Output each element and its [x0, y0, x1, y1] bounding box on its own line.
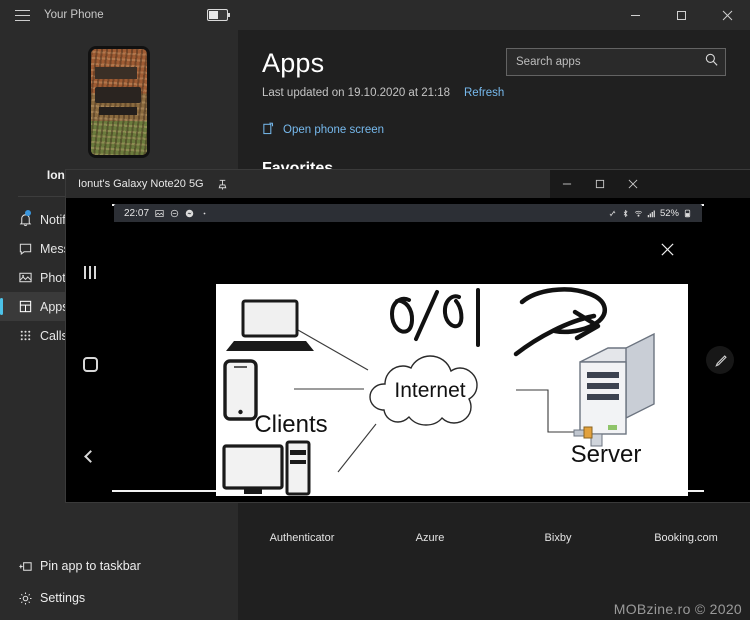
battery-icon [207, 9, 230, 21]
server-tower-shape [573, 332, 655, 447]
back-icon [83, 449, 97, 463]
last-updated-label: Last updated on 19.10.2020 at 21:18 [262, 87, 450, 99]
signal-icon [647, 210, 655, 217]
apps-subheader: Last updated on 19.10.2020 at 21:18 Refr… [262, 87, 726, 99]
mirror-title-label: Ionut's Galaxy Note20 5G [78, 178, 204, 190]
open-phone-screen-link[interactable]: Open phone screen [262, 121, 726, 138]
home-button[interactable] [77, 351, 103, 377]
gear-icon [10, 591, 40, 606]
cloud-label: Internet [394, 379, 465, 402]
app-label: Booking.com [654, 532, 718, 544]
home-icon [82, 356, 98, 372]
apps-row1-labels: Authenticator Azure Bixby Booking.com [238, 532, 750, 544]
recents-icon [84, 265, 96, 279]
watermark: MOBzine.ro © 2020 [613, 601, 742, 617]
pin-app-to-taskbar-button[interactable]: Pin app to taskbar [0, 550, 238, 582]
laptop-shape [226, 299, 314, 351]
notification-badge [25, 210, 31, 216]
handwritten-scribble-right [513, 287, 607, 357]
nfc-icon [609, 210, 616, 216]
battery-percent: 52% [659, 207, 679, 219]
mirror-window-controls [550, 170, 650, 198]
mirror-maximize-button[interactable] [583, 170, 616, 198]
open-phone-screen-label: Open phone screen [283, 123, 385, 136]
close-button[interactable] [704, 0, 750, 30]
clients-label: Clients [254, 411, 327, 438]
back-button[interactable] [77, 443, 103, 469]
mirror-minimize-button[interactable] [550, 170, 583, 198]
pin-taskbar-icon [10, 559, 40, 574]
app-label: Bixby [544, 532, 572, 544]
stylus-icon[interactable] [706, 346, 734, 374]
sidebar-item-label: Apps [40, 299, 69, 314]
external-window-icon [262, 121, 275, 138]
minimize-button[interactable] [612, 0, 658, 30]
device-preview: Ionut's Galaxy Note20 5G [0, 30, 238, 182]
search-input[interactable] [516, 56, 704, 68]
desktop-pc-shape [222, 440, 311, 496]
image-icon [155, 209, 164, 217]
refresh-link[interactable]: Refresh [464, 87, 504, 99]
apps-icon [10, 299, 40, 314]
app-label: Authenticator [269, 532, 335, 544]
apps-header: Apps Last updated on 19.10.2020 at 21:18… [238, 30, 750, 99]
maximize-button[interactable] [658, 0, 704, 30]
wifi-icon [634, 210, 643, 217]
phone-screen: 22:07 52% Internet Clients Server [66, 198, 750, 502]
sidebar-footer-label: Settings [40, 591, 86, 605]
mirror-titlebar-filler [650, 170, 750, 198]
bluetooth-icon [623, 209, 628, 217]
cloud-shape: Internet [369, 355, 478, 426]
screenshot-root: Your Phone Ionut's Galaxy Note20 5G [0, 0, 750, 620]
phone-mirror-window: Ionut's Galaxy Note20 5G 22:07 52% Inter… [66, 170, 750, 502]
pin-icon[interactable] [216, 178, 229, 191]
dot-icon [203, 212, 206, 214]
dnd-icon [170, 209, 179, 217]
settings-button[interactable]: Settings [0, 582, 238, 614]
mirror-titlebar: Ionut's Galaxy Note20 5G [66, 170, 650, 198]
phone-thumbnail[interactable] [88, 46, 150, 158]
whiteboard-canvas[interactable]: Internet Clients Server [216, 284, 688, 496]
window-controls [612, 0, 750, 30]
battery-icon [684, 209, 691, 217]
sidebar-footer-label: Pin app to taskbar [40, 559, 141, 573]
chat-icon [10, 241, 40, 256]
messenger-icon [185, 209, 194, 217]
handwritten-scribble-left [389, 288, 480, 347]
search-icon[interactable] [704, 52, 719, 72]
close-icon[interactable] [656, 238, 678, 260]
search-apps-box[interactable] [506, 48, 726, 76]
status-time: 22:07 [124, 207, 150, 219]
recents-button[interactable] [77, 259, 103, 285]
hamburger-icon[interactable] [0, 0, 44, 30]
android-nav-rail [70, 226, 110, 502]
android-status-bar: 22:07 52% [114, 204, 702, 222]
window-titlebar: Your Phone [0, 0, 750, 30]
server-label: Server [571, 441, 642, 468]
dialpad-icon [10, 328, 40, 343]
app-label: Azure [415, 532, 445, 544]
window-title: Your Phone [44, 9, 104, 21]
mirror-close-button[interactable] [616, 170, 649, 198]
network-diagram: Internet Clients Server [222, 287, 655, 496]
sidebar-footer: Pin app to taskbar Settings [0, 550, 238, 614]
smartphone-shape [223, 359, 258, 421]
sidebar-item-label: Calls [40, 328, 68, 343]
photo-icon [10, 270, 40, 285]
